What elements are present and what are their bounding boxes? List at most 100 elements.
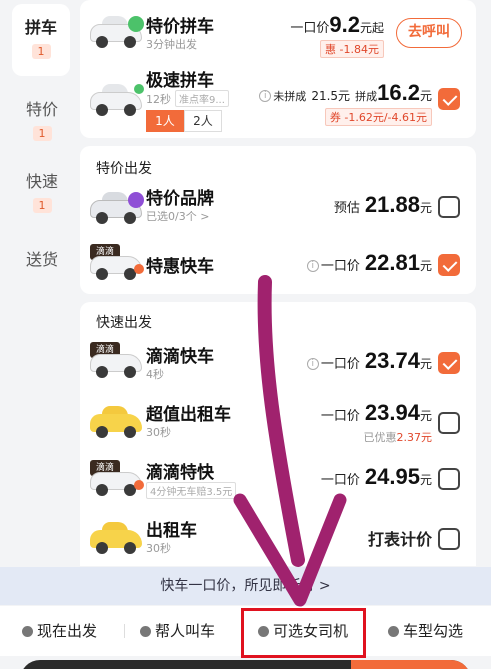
- didi-car-icon: 滴滴: [90, 460, 146, 496]
- discount-express-row[interactable]: 滴滴 特惠快车 i 一口价 22.81元: [80, 238, 476, 298]
- clock-icon: [22, 626, 33, 637]
- carpool-card: 特价拼车 3分钟出发 一口价9.2元起 惠 -1.84元 去呼叫 极速拼车 12…: [80, 0, 476, 138]
- price-unit: 元: [419, 357, 432, 371]
- discount-tag: 券 -1.62元/-4.61元: [324, 108, 432, 126]
- brand-badge-icon: [128, 192, 144, 208]
- price-label: 预估: [333, 201, 360, 216]
- car-white-icon: [90, 80, 146, 116]
- ride-title: 特价品牌: [146, 189, 214, 209]
- saved-amount: 2.37元: [396, 431, 433, 444]
- ride-title: 极速拼车: [146, 71, 214, 91]
- seat-option-2[interactable]: 2人: [184, 110, 222, 132]
- taxi-icon: [90, 402, 146, 438]
- ride-eta: 3分钟出发: [146, 38, 197, 51]
- didi-special-row[interactable]: 滴滴 滴滴特快 4分钟无车赔3.5元 一口价 24.95元: [80, 452, 476, 512]
- didi-express-row[interactable]: 滴滴 滴滴快车 4秒 i 一口价 23.74元: [80, 334, 476, 394]
- price-unit: 元: [419, 473, 432, 487]
- taxi-row[interactable]: 出租车 30秒 打表计价: [80, 510, 476, 570]
- special-brand-row[interactable]: 特价品牌 已选0/3个 > 预估 21.88元: [80, 182, 476, 242]
- seat-selector: 1人 2人: [146, 110, 222, 132]
- price-unit: 元起: [359, 21, 384, 35]
- ride-title: 出租车: [146, 521, 197, 541]
- meter-price: 打表计价: [367, 530, 432, 549]
- carpool-special-row[interactable]: 特价拼车 3分钟出发 一口价9.2元起 惠 -1.84元 去呼叫: [80, 0, 476, 60]
- nav-label: 送货: [25, 250, 58, 269]
- price-unit: 元: [419, 409, 432, 423]
- price-value: 23.94: [364, 400, 420, 425]
- ride-title: 超值出租车: [146, 405, 231, 425]
- saved-label: 已优惠: [363, 431, 397, 444]
- green-dot-icon: [134, 84, 144, 94]
- fast-section-card: 快速出发 滴滴 滴滴快车 4秒 i 一口价 23.74元 超值出租车 30秒 一口…: [80, 302, 476, 566]
- settings-icon: [388, 626, 399, 637]
- call-bar[interactable]: [20, 660, 471, 669]
- brand-selected[interactable]: 已选0/3个 >: [146, 208, 209, 224]
- didi-car-icon: 滴滴: [90, 342, 146, 378]
- taxi-checkbox[interactable]: [438, 528, 460, 550]
- ride-eta: 4分钟无车赔3.5元: [142, 482, 237, 499]
- nav-label: 特价: [25, 100, 58, 119]
- discount-tag: 惠 -1.84元: [320, 40, 384, 58]
- nav-item-carpool[interactable]: 拼车 1: [12, 4, 70, 76]
- category-sidebar: 拼车 1 特价 1 快速 1 送货: [0, 0, 78, 570]
- ride-title: 滴滴特快: [146, 463, 214, 483]
- price-unit: 元: [419, 259, 432, 273]
- ride-eta: 30秒: [146, 542, 171, 555]
- ride-eta: 30秒: [146, 426, 171, 439]
- carpool-express-row[interactable]: 极速拼车 12秒 准点率9... i 未拼成 21.5元 拼成16.2元 券 -1.…: [80, 62, 476, 138]
- ride-eta: 4秒: [146, 368, 164, 381]
- info-icon[interactable]: i: [306, 357, 319, 370]
- call-for-others-button[interactable]: 帮人叫车: [140, 620, 215, 641]
- price-block: i 一口价 23.74元: [306, 348, 432, 374]
- carpool-express-checkbox[interactable]: [438, 88, 460, 110]
- nav-badge: 1: [32, 126, 52, 141]
- price-unit: 元: [419, 201, 432, 215]
- tool-label: 车型勾选: [403, 622, 464, 640]
- price-block: 一口价 24.95元: [321, 464, 432, 490]
- nav-badge: 1: [32, 198, 52, 213]
- price-value: 22.81: [364, 250, 420, 275]
- fail-label: 未拼成: [273, 90, 307, 103]
- info-icon[interactable]: i: [306, 259, 319, 272]
- price-label: 一口价: [320, 259, 360, 274]
- price-value: 21.88: [364, 192, 420, 217]
- didi-special-checkbox[interactable]: [438, 468, 460, 490]
- car-white-icon: [90, 12, 146, 48]
- didi-express-checkbox[interactable]: [438, 352, 460, 374]
- seat-option-1[interactable]: 1人: [146, 110, 184, 132]
- nav-item-special[interactable]: 特价 1: [14, 86, 70, 141]
- smile-badge-icon: [128, 16, 144, 32]
- section-title: 特价出发: [96, 161, 152, 177]
- divider: [124, 624, 125, 638]
- price-label: 一口价: [320, 409, 360, 424]
- price-block: 一口价9.2元起 惠 -1.84元: [290, 12, 384, 58]
- punctuality-tag: 准点率9...: [175, 90, 229, 107]
- price-label: 一口价: [320, 473, 360, 488]
- ride-title: 滴滴快车: [146, 347, 214, 367]
- special-section-card: 特价出发 特价品牌 已选0/3个 > 预估 21.88元 滴滴 特惠快车 i 一口…: [80, 146, 476, 294]
- value-taxi-row[interactable]: 超值出租车 30秒 一口价 23.94元 已优惠2.37元: [80, 394, 476, 454]
- ride-title: 特价拼车: [146, 17, 214, 37]
- price-block: 一口价 23.94元 已优惠2.37元: [321, 400, 432, 445]
- person-icon: [140, 626, 151, 637]
- depart-now-button[interactable]: 现在出发: [22, 620, 97, 641]
- car-group-icon: [90, 188, 146, 224]
- car-type-button[interactable]: 车型勾选: [388, 620, 463, 641]
- value-taxi-checkbox[interactable]: [438, 412, 460, 434]
- price-block: i 未拼成 21.5元 拼成16.2元 券 -1.62元/-4.61元: [259, 80, 432, 126]
- nav-item-delivery[interactable]: 送货: [14, 236, 70, 270]
- info-icon[interactable]: i: [259, 89, 272, 102]
- price-value: 16.2: [377, 80, 420, 105]
- special-brand-checkbox[interactable]: [438, 196, 460, 218]
- discount-express-checkbox[interactable]: [438, 254, 460, 276]
- call-button[interactable]: 去呼叫: [396, 18, 462, 48]
- tool-label: 现在出发: [37, 622, 98, 640]
- price-block: 预估 21.88元: [334, 192, 432, 218]
- nav-badge: 1: [31, 44, 51, 59]
- eta-text: 12秒: [146, 93, 171, 106]
- ride-eta: 12秒 准点率9...: [146, 90, 229, 107]
- nav-item-fast[interactable]: 快速 1: [14, 158, 70, 213]
- nav-label: 拼车: [24, 18, 57, 37]
- section-title: 快速出发: [96, 315, 152, 331]
- fixed-price-banner[interactable]: 快车一口价，所见即所付 >: [0, 567, 491, 605]
